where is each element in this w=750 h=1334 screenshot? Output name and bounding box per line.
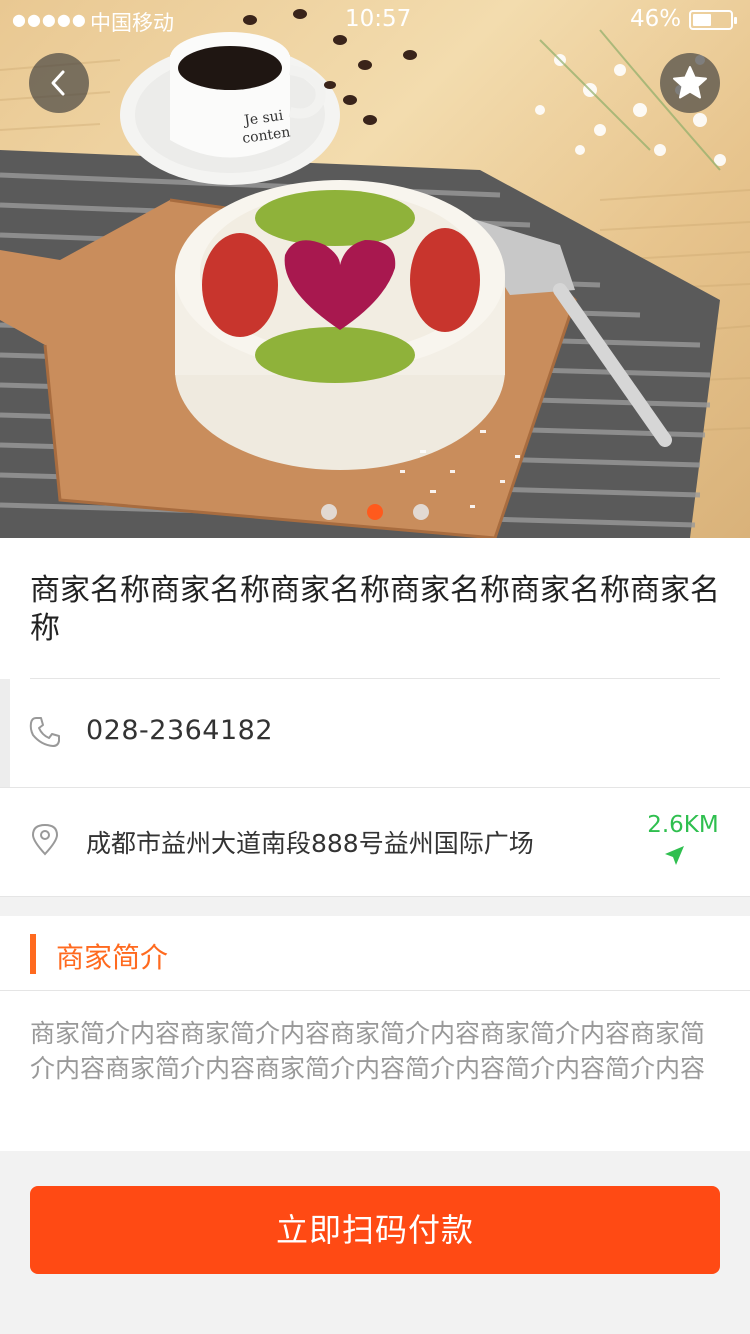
row-marker [0,679,10,787]
divider [30,678,720,679]
star-icon [673,66,707,99]
intro-accent-bar [30,934,36,974]
chevron-left-icon [51,70,65,96]
navigation-arrow-icon[interactable] [662,844,686,868]
back-button[interactable] [29,53,89,113]
carrier-name: 中国移动 [90,11,174,35]
shop-address[interactable]: 成都市益州大道南段888号益州国际广场 [86,824,534,860]
battery-icon [689,10,737,30]
distance-label[interactable]: 2.6KM [628,812,738,838]
divider [0,990,750,991]
cake-photo: Je sui conten [0,9,750,538]
signal-icon: ●●●●● [12,10,87,29]
carousel-dot-3[interactable] [413,504,429,520]
carousel-dot-1[interactable] [321,504,337,520]
battery-percent: 46% [630,6,682,32]
shop-phone[interactable]: 028-2364182 [86,715,273,746]
shop-name: 商家名称商家名称商家名称商家名称商家名称商家名称 [30,573,720,646]
status-time: 10:57 [345,6,412,32]
carousel-dot-2[interactable] [367,504,383,520]
divider [0,787,750,788]
intro-content: 商家简介内容商家简介内容商家简介内容商家简介内容商家简介内容商家简介内容商家简介… [30,1019,706,1083]
favorite-button[interactable] [660,53,720,113]
status-bar: ●●●●● 中国移动 10:57 46% [0,0,750,40]
intro-title: 商家简介 [56,941,169,974]
scan-pay-button[interactable]: 立即扫码付款 [30,1186,720,1274]
phone-icon [29,717,60,747]
hero-image[interactable]: Je sui conten ●●●●● 中国移动 10:57 46% [0,0,750,538]
divider [0,896,750,897]
carousel-indicator[interactable] [0,504,750,520]
location-pin-icon [31,823,59,856]
